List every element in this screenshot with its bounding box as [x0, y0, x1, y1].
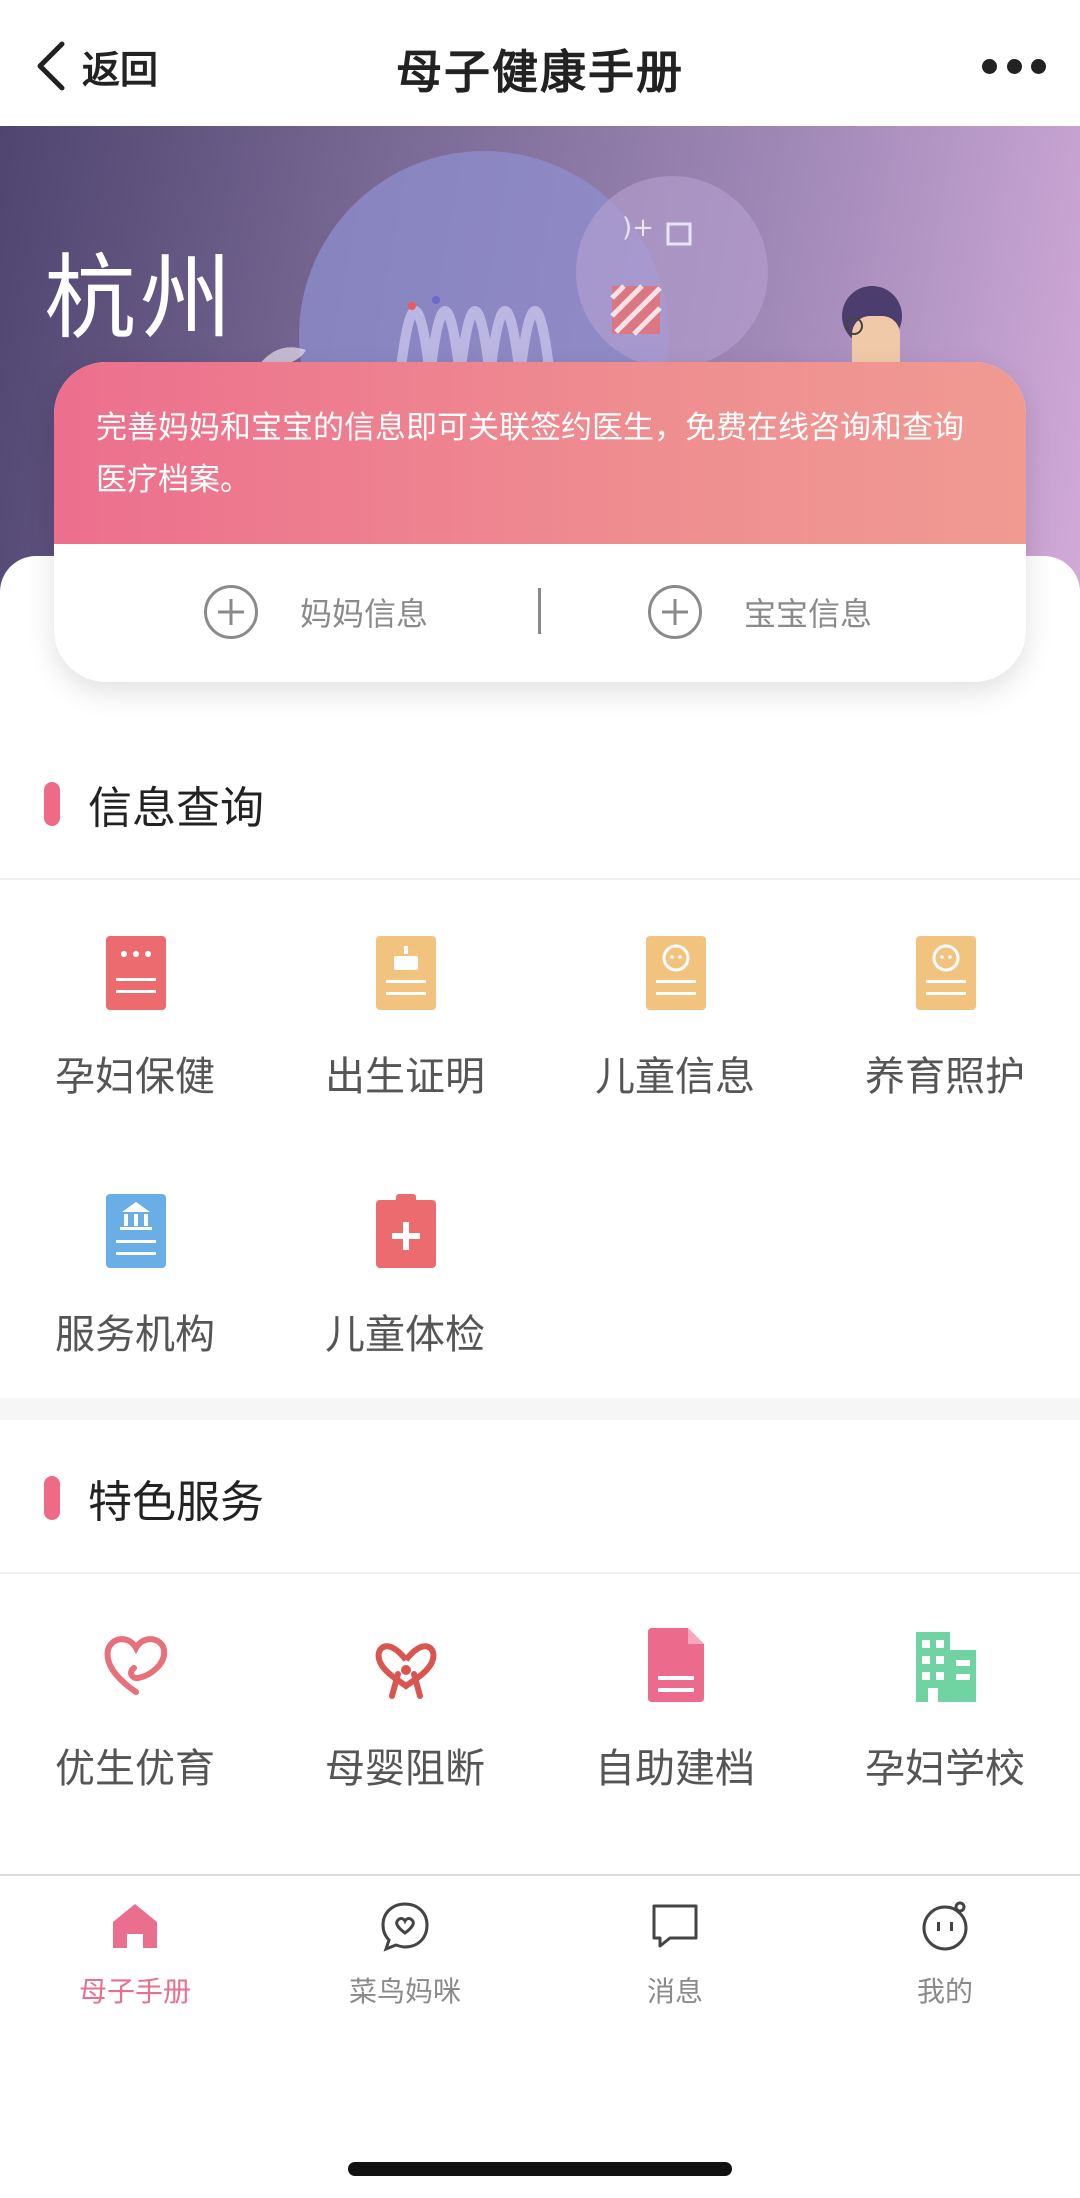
divider [0, 878, 1080, 880]
tab-label: 消息 [646, 1975, 703, 2008]
grid-item-label: 儿童体检 [325, 1312, 485, 1358]
profile-card-actions: 妈妈信息 宝宝信息 [54, 544, 1026, 682]
grid-item-birth-certificate[interactable]: 出生证明 [270, 934, 540, 1134]
institution-icon [104, 1192, 168, 1270]
svg-text:)+: )+ [622, 213, 654, 243]
grid-item-maternal-care[interactable]: 孕妇保健 [0, 934, 270, 1134]
info-section-header: 信息查询 [44, 774, 264, 834]
ribbon-heart-icon [374, 1626, 438, 1704]
grid-item-label: 出生证明 [325, 1054, 485, 1100]
child-info-icon [644, 934, 708, 1012]
baby-info-label: 宝宝信息 [744, 595, 873, 633]
city-name: 杭州 [44, 245, 237, 352]
grid-item-eugenics[interactable]: 优生优育 [0, 1626, 270, 1826]
tab-label: 母子手册 [78, 1975, 191, 2008]
tab-bar: 母子手册 菜鸟妈咪 消息 我的 [0, 1874, 1080, 2198]
profile-card: 完善妈妈和宝宝的信息即可关联签约医生，免费在线咨询和查询医疗档案。 妈妈信息 宝… [54, 362, 1026, 682]
tab-messages[interactable]: 消息 [540, 1900, 810, 2020]
message-icon [650, 1900, 700, 1952]
profile-card-message: 完善妈妈和宝宝的信息即可关联签约医生，免费在线咨询和查询医疗档案。 [96, 410, 964, 498]
grid-item-label: 养育照护 [865, 1054, 1025, 1100]
chat-heart-icon [380, 1900, 430, 1952]
home-icon [110, 1900, 160, 1952]
grid-item-label: 孕妇学校 [865, 1746, 1025, 1792]
heart-icon [104, 1626, 168, 1704]
nav-bar: 返回 母子健康手册 [0, 0, 1080, 126]
grid-item-child-checkup[interactable]: 儿童体检 [270, 1192, 540, 1392]
grid-item-child-info[interactable]: 儿童信息 [540, 934, 810, 1134]
grid-item-institution[interactable]: 服务机构 [0, 1192, 270, 1392]
section-separator [0, 1398, 1080, 1420]
section-marker [44, 782, 60, 826]
grid-item-transmission-block[interactable]: 母婴阻断 [270, 1626, 540, 1826]
divider [0, 1572, 1080, 1574]
tab-mine[interactable]: 我的 [810, 1900, 1080, 2020]
grid-item-self-registration[interactable]: 自助建档 [540, 1626, 810, 1826]
home-indicator [348, 2162, 732, 2176]
feature-section-header: 特色服务 [44, 1468, 264, 1528]
grid-item-parenting-care[interactable]: 养育照护 [810, 934, 1080, 1134]
feature-section-title: 特色服务 [88, 1477, 264, 1528]
grid-item-prenatal-school[interactable]: 孕妇学校 [810, 1626, 1080, 1826]
tab-label: 我的 [916, 1975, 973, 2008]
grid-item-label: 优生优育 [55, 1746, 215, 1792]
page-title: 母子健康手册 [396, 45, 684, 99]
child-checkup-icon [374, 1192, 438, 1270]
maternal-care-icon [104, 934, 168, 1012]
tab-label: 菜鸟妈咪 [348, 1975, 461, 2008]
birth-certificate-icon [374, 934, 438, 1012]
add-baby-info-button[interactable]: 宝宝信息 [648, 584, 872, 640]
mom-info-label: 妈妈信息 [300, 595, 429, 633]
parenting-care-icon [914, 934, 978, 1012]
grid-item-label: 母婴阻断 [325, 1746, 485, 1792]
school-building-icon [914, 1626, 978, 1704]
more-dots-icon[interactable] [982, 52, 1046, 80]
info-section-title: 信息查询 [88, 783, 264, 834]
profile-face-icon [920, 1900, 970, 1952]
grid-item-label: 自助建档 [595, 1746, 755, 1792]
tab-rookie-mommy[interactable]: 菜鸟妈咪 [270, 1900, 540, 2020]
profile-card-header: 完善妈妈和宝宝的信息即可关联签约医生，免费在线咨询和查询医疗档案。 [54, 362, 1026, 544]
section-marker [44, 1476, 60, 1520]
grid-item-label: 儿童信息 [595, 1054, 755, 1100]
grid-item-label: 孕妇保健 [55, 1054, 215, 1100]
plus-circle-icon [648, 585, 702, 639]
add-mom-info-button[interactable]: 妈妈信息 [204, 584, 428, 640]
grid-item-label: 服务机构 [55, 1312, 215, 1358]
plus-circle-icon [204, 585, 258, 639]
document-icon [644, 1626, 708, 1704]
tab-handbook[interactable]: 母子手册 [0, 1900, 270, 2020]
divider [538, 588, 541, 634]
